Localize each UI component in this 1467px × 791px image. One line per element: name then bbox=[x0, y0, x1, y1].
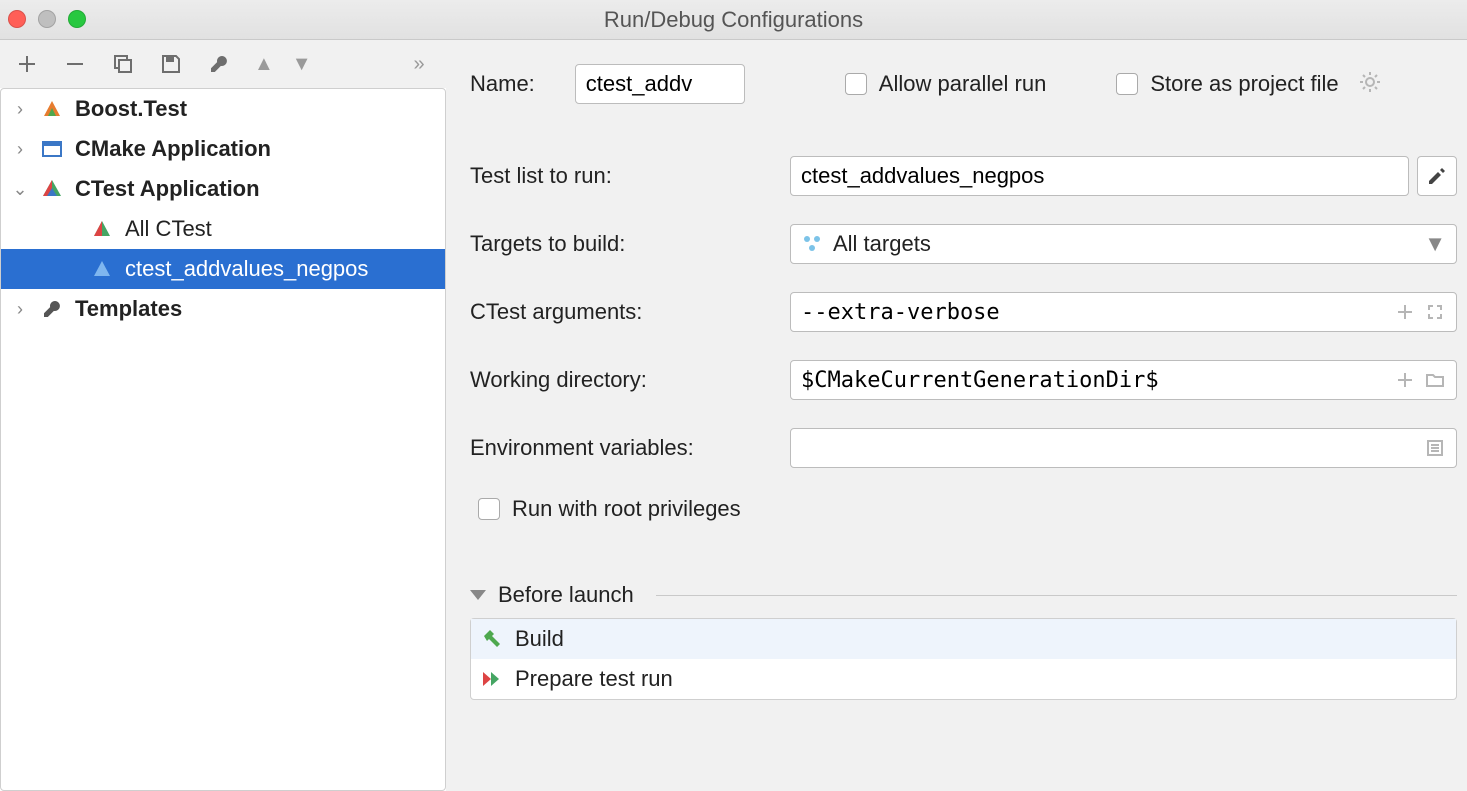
tree-node-label: CTest Application bbox=[75, 176, 260, 202]
checkbox-icon bbox=[1116, 73, 1138, 95]
tree-node-ctest-addvalues[interactable]: ctest_addvalues_negpos bbox=[1, 249, 445, 289]
root-privileges-checkbox[interactable]: Run with root privileges bbox=[478, 496, 741, 522]
plus-icon bbox=[1397, 304, 1413, 320]
allow-parallel-label: Allow parallel run bbox=[879, 71, 1047, 97]
save-configuration-button[interactable] bbox=[158, 51, 184, 77]
expand-icon[interactable]: › bbox=[11, 139, 29, 160]
remove-configuration-button[interactable] bbox=[62, 51, 88, 77]
minimize-window-button[interactable] bbox=[38, 10, 56, 28]
test-list-field[interactable] bbox=[790, 156, 1409, 196]
targets-icon bbox=[801, 233, 823, 255]
save-icon bbox=[160, 53, 182, 75]
tree-node-boost-test[interactable]: › Boost.Test bbox=[1, 89, 445, 129]
insert-macro-button[interactable] bbox=[1394, 369, 1416, 391]
env-input[interactable] bbox=[801, 435, 1424, 461]
wrench-icon bbox=[208, 53, 230, 75]
insert-macro-button[interactable] bbox=[1394, 301, 1416, 323]
store-as-project-file-checkbox[interactable]: Store as project file bbox=[1116, 71, 1338, 97]
add-configuration-button[interactable] bbox=[14, 51, 40, 77]
plus-icon bbox=[1397, 372, 1413, 388]
env-list-button[interactable] bbox=[1424, 437, 1446, 459]
env-field[interactable] bbox=[790, 428, 1457, 468]
ctest-args-label: CTest arguments: bbox=[470, 299, 770, 325]
ctest-icon bbox=[89, 259, 115, 279]
window-controls bbox=[8, 10, 86, 28]
configurations-panel: ▲ ▼ » › Boost.Test › CMake Application ⌄… bbox=[0, 40, 446, 791]
checkbox-icon bbox=[478, 498, 500, 520]
test-list-label: Test list to run: bbox=[470, 163, 770, 189]
expand-icon bbox=[1427, 304, 1443, 320]
tree-node-label: Templates bbox=[75, 296, 182, 322]
collapse-icon[interactable]: ⌄ bbox=[11, 179, 29, 200]
more-actions-button[interactable]: » bbox=[406, 51, 432, 77]
titlebar: Run/Debug Configurations bbox=[0, 0, 1467, 40]
store-options-button[interactable] bbox=[1359, 71, 1385, 97]
list-icon bbox=[1427, 440, 1443, 456]
window-title: Run/Debug Configurations bbox=[604, 7, 863, 33]
before-launch-item-label: Build bbox=[515, 626, 564, 652]
boost-icon bbox=[39, 98, 65, 120]
checkbox-icon bbox=[845, 73, 867, 95]
move-up-button[interactable]: ▲ bbox=[254, 53, 274, 76]
workdir-field[interactable] bbox=[790, 360, 1457, 400]
ctest-args-field[interactable] bbox=[790, 292, 1457, 332]
wrench-icon bbox=[39, 298, 65, 320]
copy-icon bbox=[112, 53, 134, 75]
before-launch-item[interactable]: Build bbox=[471, 619, 1456, 659]
chevron-down-icon bbox=[470, 590, 486, 600]
before-launch-list[interactable]: Build Prepare test run bbox=[470, 618, 1457, 700]
chevron-down-icon: ▼ bbox=[1424, 231, 1446, 257]
move-down-button[interactable]: ▼ bbox=[292, 53, 312, 76]
expand-icon[interactable]: › bbox=[11, 99, 29, 120]
before-launch-item-label: Prepare test run bbox=[515, 666, 673, 692]
store-project-label: Store as project file bbox=[1150, 71, 1338, 97]
workdir-input[interactable] bbox=[801, 368, 1394, 393]
configurations-tree[interactable]: › Boost.Test › CMake Application ⌄ CTest… bbox=[0, 88, 446, 791]
prepare-icon bbox=[481, 668, 503, 690]
targets-label: Targets to build: bbox=[470, 231, 770, 257]
before-launch-title: Before launch bbox=[498, 582, 634, 608]
gear-icon bbox=[1359, 71, 1381, 93]
expand-field-button[interactable] bbox=[1424, 301, 1446, 323]
tree-node-label: ctest_addvalues_negpos bbox=[125, 256, 368, 282]
browse-folder-button[interactable] bbox=[1424, 369, 1446, 391]
name-label: Name: bbox=[470, 71, 535, 97]
targets-value: All targets bbox=[833, 231, 931, 257]
before-launch-item[interactable]: Prepare test run bbox=[471, 659, 1456, 699]
ctest-icon bbox=[89, 219, 115, 239]
ctest-args-input[interactable] bbox=[801, 300, 1394, 325]
targets-select[interactable]: All targets ▼ bbox=[790, 224, 1457, 264]
pencil-icon bbox=[1427, 166, 1447, 186]
test-list-input[interactable] bbox=[801, 163, 1398, 189]
copy-configuration-button[interactable] bbox=[110, 51, 136, 77]
allow-parallel-run-checkbox[interactable]: Allow parallel run bbox=[845, 71, 1047, 97]
configuration-form: Name: Allow parallel run Store as projec… bbox=[446, 40, 1467, 791]
workdir-label: Working directory: bbox=[470, 367, 770, 393]
close-window-button[interactable] bbox=[8, 10, 26, 28]
edit-test-list-button[interactable] bbox=[1417, 156, 1457, 196]
tree-node-all-ctest[interactable]: All CTest bbox=[1, 209, 445, 249]
before-launch-header[interactable]: Before launch bbox=[470, 582, 1457, 608]
tree-node-label: CMake Application bbox=[75, 136, 271, 162]
name-input[interactable] bbox=[575, 64, 745, 104]
expand-icon[interactable]: › bbox=[11, 299, 29, 320]
ctest-icon bbox=[39, 178, 65, 200]
folder-icon bbox=[1426, 372, 1444, 388]
tree-node-cmake-app[interactable]: › CMake Application bbox=[1, 129, 445, 169]
tree-node-label: Boost.Test bbox=[75, 96, 187, 122]
minus-icon bbox=[65, 54, 85, 74]
tree-node-ctest-app[interactable]: ⌄ CTest Application bbox=[1, 169, 445, 209]
configurations-toolbar: ▲ ▼ » bbox=[0, 40, 446, 88]
env-label: Environment variables: bbox=[470, 435, 770, 461]
tree-node-label: All CTest bbox=[125, 216, 212, 242]
hammer-icon bbox=[481, 628, 503, 650]
tree-node-templates[interactable]: › Templates bbox=[1, 289, 445, 329]
plus-icon bbox=[17, 54, 37, 74]
maximize-window-button[interactable] bbox=[68, 10, 86, 28]
application-icon bbox=[39, 138, 65, 160]
root-privileges-label: Run with root privileges bbox=[512, 496, 741, 522]
edit-templates-button[interactable] bbox=[206, 51, 232, 77]
